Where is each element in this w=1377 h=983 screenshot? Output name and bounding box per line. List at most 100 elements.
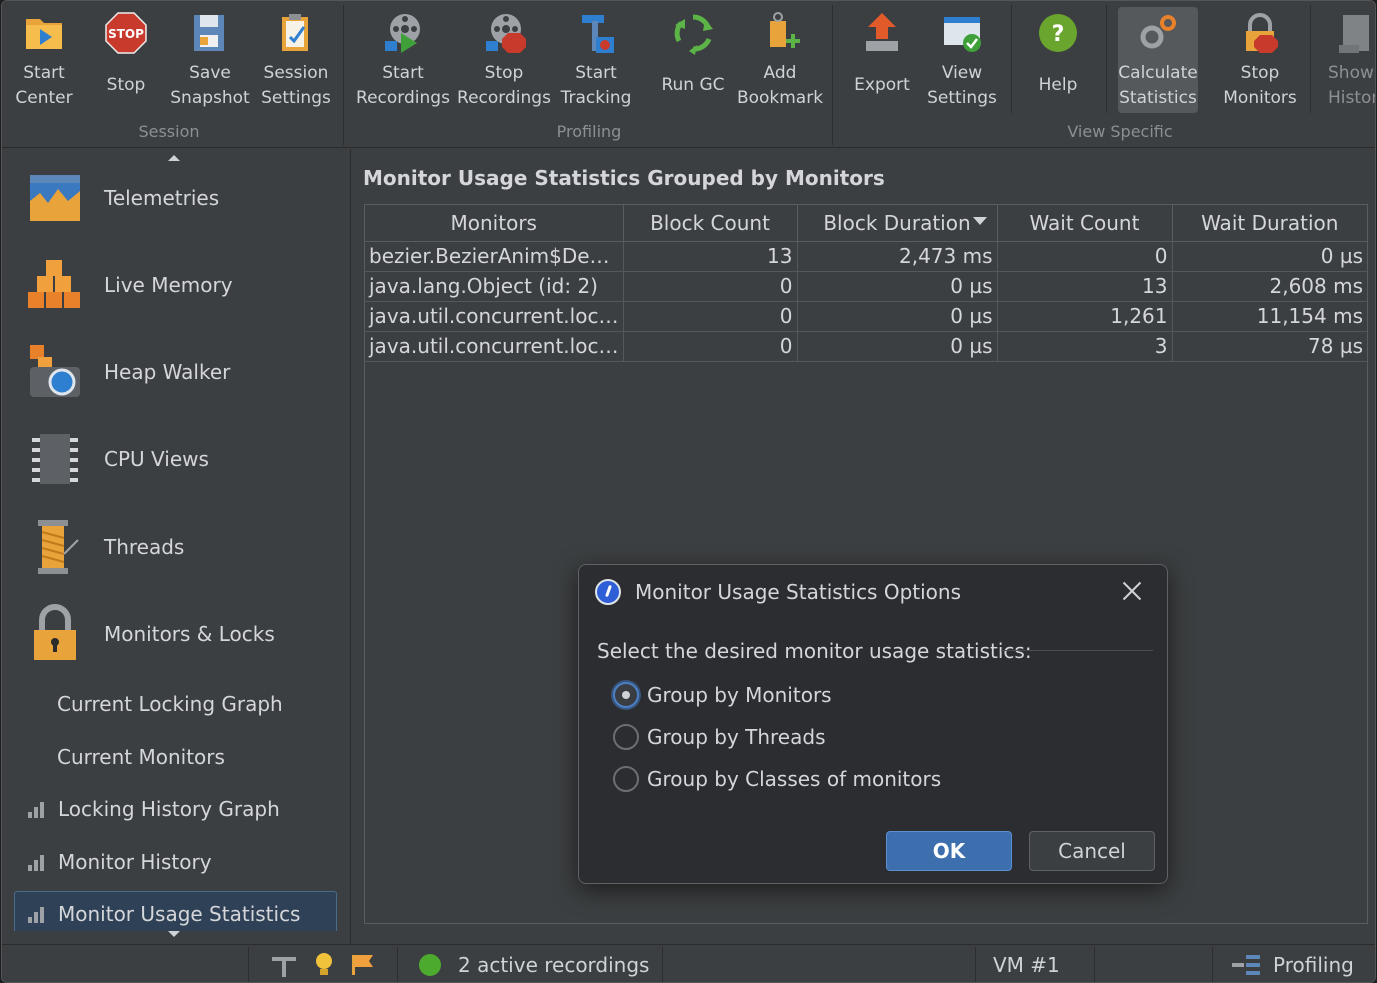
stop-button[interactable]: STOP Stop xyxy=(88,7,164,113)
help-question-icon: ? xyxy=(1036,11,1080,55)
radio-group-by-threads[interactable]: Group by Threads xyxy=(613,721,826,753)
column-header-block-duration[interactable]: Block Duration xyxy=(797,205,998,242)
cell-wait-duration: 2,608 ms xyxy=(1172,271,1367,302)
sidebar-item-live-memory[interactable]: Live Memory xyxy=(24,250,233,320)
cell-wait-duration: 0 µs xyxy=(1172,241,1367,272)
lock-stop-icon xyxy=(1238,11,1282,55)
sidebar-item-label: Monitor History xyxy=(58,850,212,874)
stop-badge-text: STOP xyxy=(108,27,144,41)
cell-monitor: java.lang.Object (id: 2) xyxy=(365,271,624,302)
status-separator xyxy=(1094,947,1095,982)
session-group-label: Session xyxy=(138,122,200,141)
ok-button[interactable]: OK xyxy=(886,831,1012,871)
bar-chart-icon xyxy=(28,853,48,871)
column-header-wait-count[interactable]: Wait Count xyxy=(997,205,1173,242)
radio-button-checked[interactable] xyxy=(613,682,639,708)
scroll-down-arrow-icon[interactable] xyxy=(168,931,180,937)
folder-play-icon xyxy=(22,11,66,55)
lightbulb-icon[interactable] xyxy=(312,951,336,982)
cell-block-duration: 2,473 ms xyxy=(797,241,998,272)
show-history-button[interactable]: Show Histor xyxy=(1320,7,1376,113)
radio-button[interactable] xyxy=(613,766,639,792)
sidebar-item-threads[interactable]: Threads xyxy=(24,512,184,582)
cell-block-count: 0 xyxy=(623,301,798,332)
sidebar-item-label: Telemetries xyxy=(104,186,220,210)
radio-group-by-monitors[interactable]: Group by Monitors xyxy=(613,679,832,711)
toolbar-separator xyxy=(1011,5,1012,113)
calculate-statistics-button[interactable]: Calculate Statistics xyxy=(1118,7,1198,113)
cell-block-duration: 0 µs xyxy=(797,271,998,302)
table-row[interactable]: java.lang.Object (id: 2) 0 0 µs 13 2,608… xyxy=(365,271,1367,302)
view-specific-group-label: View Specific xyxy=(1067,122,1173,141)
memory-blocks-icon xyxy=(24,254,86,316)
heap-camera-icon xyxy=(24,341,86,403)
cell-block-duration: 0 µs xyxy=(797,301,998,332)
table-row[interactable]: bezier.BezierAnim$Demo... 13 2,473 ms 0 … xyxy=(365,241,1367,272)
sidebar-item-current-monitors[interactable]: Current Monitors xyxy=(57,745,225,769)
start-tracking-label: Start Tracking xyxy=(560,63,632,108)
sidebar-item-label: Heap Walker xyxy=(104,360,231,384)
sidebar-item-cpu-views[interactable]: CPU Views xyxy=(24,424,209,494)
sidebar-item-label: Monitor Usage Statistics xyxy=(58,902,301,926)
sidebar-item-label: Threads xyxy=(104,535,185,559)
save-snapshot-label: Save Snapshot xyxy=(170,63,250,108)
active-recordings-status[interactable]: 2 active recordings xyxy=(458,953,649,977)
radio-group-by-classes[interactable]: Group by Classes of monitors xyxy=(613,763,941,795)
start-tracking-button[interactable]: Start Tracking xyxy=(560,7,632,113)
status-separator xyxy=(975,947,976,982)
close-icon[interactable] xyxy=(1119,578,1145,604)
profiling-mode-status[interactable]: Profiling xyxy=(1273,953,1354,977)
radio-label: Group by Monitors xyxy=(647,683,832,707)
sidebar-item-heap-walker[interactable]: Heap Walker xyxy=(24,337,230,407)
stop-recordings-button[interactable]: Stop Recordings xyxy=(457,7,551,113)
sidebar-item-current-locking-graph[interactable]: Current Locking Graph xyxy=(57,692,283,716)
cell-wait-count: 1,261 xyxy=(997,301,1173,332)
recording-status-icon xyxy=(419,954,441,976)
cell-wait-duration: 11,154 ms xyxy=(1172,301,1367,332)
sidebar-item-locking-history-graph[interactable]: Locking History Graph xyxy=(16,794,280,824)
cell-monitor: java.util.concurrent.locks.... xyxy=(365,301,624,332)
stop-monitors-button[interactable]: Stop Monitors xyxy=(1220,7,1300,113)
toolbar-separator xyxy=(343,5,344,145)
view-settings-button[interactable]: View Settings xyxy=(924,7,1000,113)
start-center-label: Start Center xyxy=(15,63,73,108)
sidebar-item-monitor-history[interactable]: Monitor History xyxy=(16,847,212,877)
calculate-statistics-label: Calculate Statistics xyxy=(1118,63,1198,108)
column-header-block-count[interactable]: Block Count xyxy=(623,205,798,242)
sidebar-item-telemetries[interactable]: Telemetries xyxy=(24,163,219,233)
show-history-label: Show Histor xyxy=(1328,63,1376,108)
film-reel-play-icon xyxy=(381,11,425,55)
profiling-group-label: Profiling xyxy=(556,122,622,141)
sidebar-item-monitors-locks[interactable]: Monitors & Locks xyxy=(24,599,275,669)
scroll-up-arrow-icon[interactable] xyxy=(168,155,180,161)
pin-icon[interactable] xyxy=(270,953,298,982)
table-row[interactable]: java.util.concurrent.locks.... 0 0 µs 1,… xyxy=(365,301,1367,332)
column-header-wait-duration[interactable]: Wait Duration xyxy=(1172,205,1367,242)
cell-wait-count: 0 xyxy=(997,241,1173,272)
radio-button[interactable] xyxy=(613,724,639,750)
column-header-monitors[interactable]: Monitors xyxy=(365,205,624,242)
sidebar-item-label: Locking History Graph xyxy=(58,797,280,821)
dialog-title: Monitor Usage Statistics Options xyxy=(635,580,962,604)
options-dialog: Monitor Usage Statistics Options Select … xyxy=(578,564,1168,884)
flag-icon[interactable] xyxy=(350,953,376,981)
start-recordings-button[interactable]: Start Recordings xyxy=(356,7,450,113)
table-row[interactable]: java.util.concurrent.locks.... 0 0 µs 3 … xyxy=(365,331,1367,362)
sidebar-item-label: Live Memory xyxy=(104,273,233,297)
radio-label: Group by Threads xyxy=(647,725,826,749)
start-recordings-label: Start Recordings xyxy=(356,63,450,108)
session-settings-button[interactable]: Session Settings xyxy=(256,7,336,113)
window-check-icon xyxy=(940,11,984,55)
bar-chart-icon xyxy=(28,905,48,923)
radio-label: Group by Classes of monitors xyxy=(647,767,942,791)
help-button[interactable]: ? Help xyxy=(1020,7,1096,113)
cancel-button[interactable]: Cancel xyxy=(1029,831,1155,871)
divider xyxy=(1001,650,1153,651)
start-center-button[interactable]: Start Center xyxy=(6,7,82,113)
add-bookmark-label: Add Bookmark xyxy=(736,63,824,108)
run-gc-button[interactable]: Run GC xyxy=(654,7,732,113)
export-button[interactable]: Export xyxy=(844,7,920,113)
sidebar-item-monitor-usage-statistics[interactable]: Monitor Usage Statistics xyxy=(16,899,300,929)
save-snapshot-button[interactable]: Save Snapshot xyxy=(170,7,250,113)
add-bookmark-button[interactable]: Add Bookmark xyxy=(736,7,824,113)
